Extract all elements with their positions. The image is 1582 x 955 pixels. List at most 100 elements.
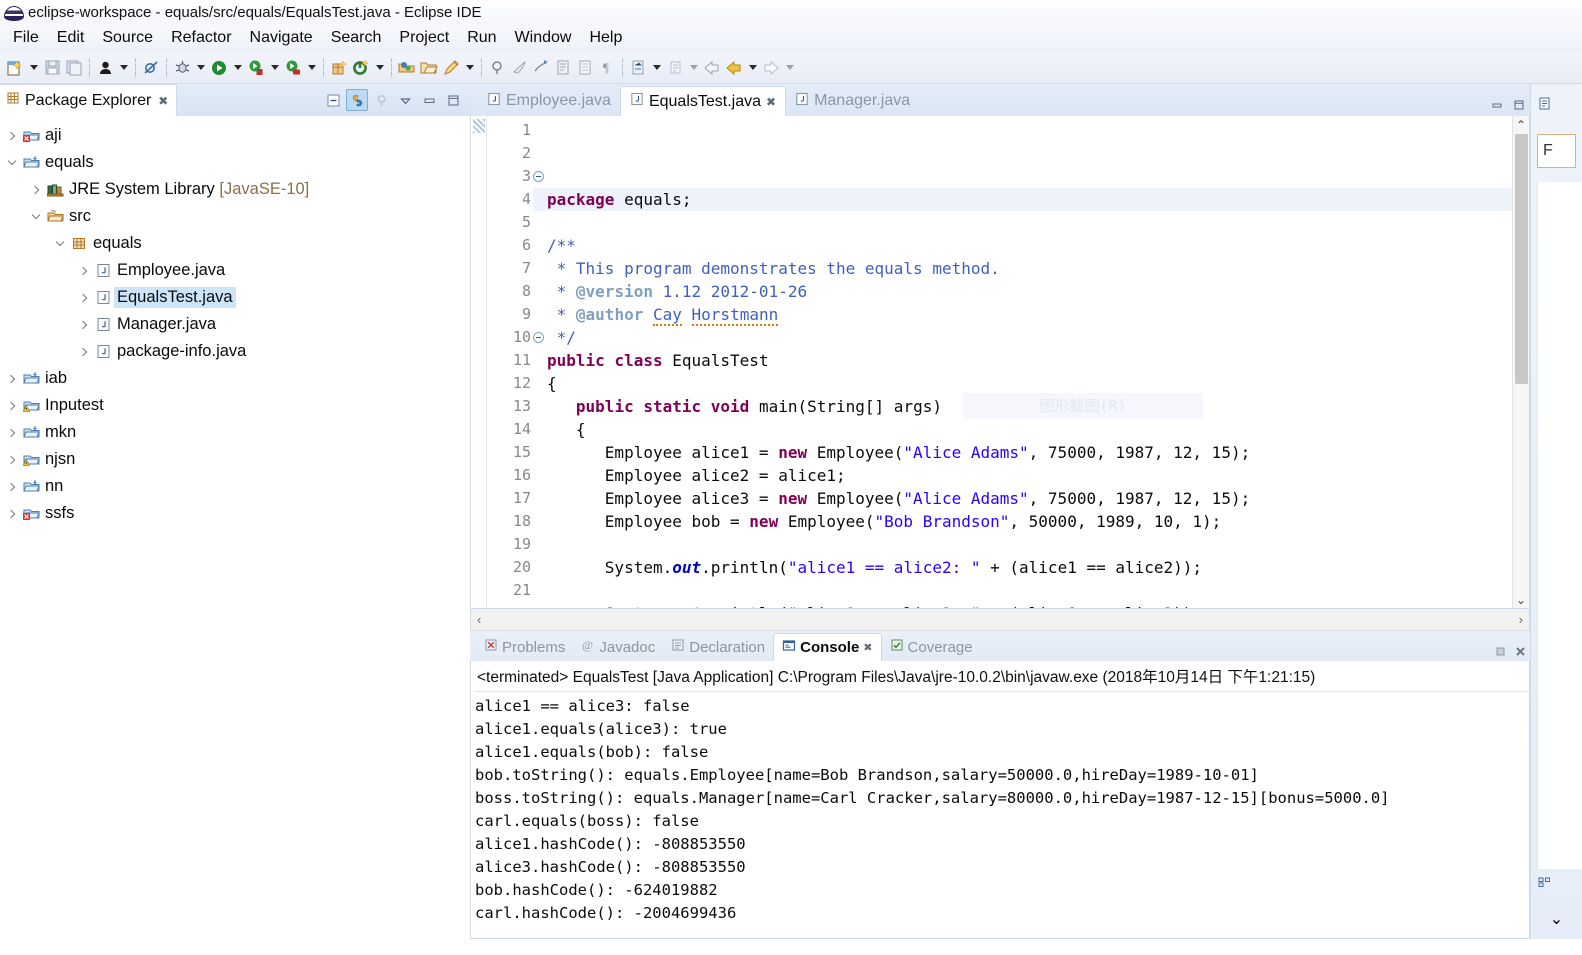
tree-item-mkn[interactable]: mkn	[0, 419, 470, 446]
tree-item-equals[interactable]: equals	[0, 149, 470, 176]
toggle-mark-occurrences-icon[interactable]: ¶	[596, 56, 618, 80]
editor-tab-equalstest-java[interactable]: EqualsTest.java ✖	[619, 86, 787, 116]
code-line[interactable]: public static void main(String[] args)	[547, 395, 1512, 418]
back-nav-icon[interactable]	[701, 56, 723, 80]
chevron-right-icon[interactable]	[4, 374, 20, 383]
code-line[interactable]: Employee bob = new Employee("Bob Brandso…	[547, 510, 1512, 533]
tree-item-jre-system-library[interactable]: JRE System Library [JavaSE-10]	[0, 176, 470, 203]
editor-horizontal-scrollbar[interactable]: ‹ ›	[470, 609, 1530, 631]
new-java-package-icon[interactable]	[328, 56, 350, 80]
next-annotation-icon[interactable]	[530, 56, 552, 80]
close-icon[interactable]: ✖	[158, 94, 168, 108]
search-dropdown-arrow[interactable]	[462, 56, 477, 80]
skip-breakpoints-icon[interactable]	[140, 56, 162, 80]
tree-item-iab[interactable]: iab	[0, 365, 470, 392]
outline-tree-row[interactable]	[1531, 869, 1582, 899]
chevron-down-icon[interactable]	[52, 237, 68, 247]
minimize-icon[interactable]	[1486, 94, 1508, 116]
chevron-right-icon[interactable]	[76, 293, 92, 302]
pin-editor-icon[interactable]	[486, 56, 508, 80]
console-body[interactable]: <terminated> EqualsTest [Java Applicatio…	[470, 661, 1530, 939]
close-icon[interactable]: ✖	[766, 95, 776, 109]
code-line[interactable]: Employee alice3 = new Employee("Alice Ad…	[547, 487, 1512, 510]
coverage-icon[interactable]	[282, 56, 304, 80]
forward-nav-icon[interactable]	[760, 56, 782, 80]
tree-item-nn[interactable]: nn	[0, 473, 470, 500]
minimize-icon[interactable]	[1490, 641, 1510, 661]
editor-tab-employee-java[interactable]: Employee.java	[478, 86, 620, 116]
java-source-editor[interactable]: 1 2 3 4 5 6 7 8 9 10 11 12 13 14 15 16 17 18 19 20 21 packag…	[470, 116, 1530, 609]
code-line[interactable]	[547, 211, 1512, 234]
console-tab-problems[interactable]: Problems	[476, 633, 573, 661]
code-line[interactable]	[547, 579, 1512, 602]
chevron-right-icon[interactable]	[28, 185, 44, 194]
scroll-up-icon[interactable]: ⌃	[1513, 116, 1530, 133]
new-wizard-icon[interactable]	[4, 56, 26, 80]
back-history-icon[interactable]	[627, 56, 649, 80]
view-menu-icon[interactable]	[394, 89, 416, 111]
console-tab-javadoc[interactable]: @ Javadoc	[573, 633, 663, 661]
menu-item-navigate[interactable]: Navigate	[241, 27, 322, 49]
console-tab-coverage[interactable]: Coverage	[882, 633, 981, 661]
code-line[interactable]: {	[547, 372, 1512, 395]
editor-tab-manager-java[interactable]: Manager.java	[786, 86, 919, 116]
hscroll-right-icon[interactable]: ›	[1519, 612, 1523, 627]
maximize-icon[interactable]	[1508, 94, 1530, 116]
run-icon[interactable]	[208, 56, 230, 80]
chevron-right-icon[interactable]	[76, 347, 92, 356]
search-icon[interactable]	[440, 56, 462, 80]
new-java-class-icon[interactable]	[350, 56, 372, 80]
menu-item-edit[interactable]: Edit	[48, 27, 94, 49]
editor-code-area[interactable]: package equals; /** * This program demons…	[533, 116, 1512, 608]
menu-item-file[interactable]: File	[4, 27, 48, 49]
menu-item-source[interactable]: Source	[93, 27, 162, 49]
tree-item-employee-java[interactable]: Employee.java	[0, 257, 470, 284]
new-class-dropdown-arrow[interactable]	[372, 56, 387, 80]
open-task-icon[interactable]	[418, 56, 440, 80]
tree-item-package-info-java[interactable]: package-info.java	[0, 338, 470, 365]
chevron-right-icon[interactable]	[4, 455, 20, 464]
outline-content-area[interactable]	[1537, 182, 1582, 869]
collapse-all-icon[interactable]	[322, 89, 344, 111]
tree-item-ssfs[interactable]: ssfs	[0, 500, 470, 527]
scroll-down-icon[interactable]: ⌄	[1513, 591, 1530, 608]
forward-history-icon[interactable]	[664, 56, 686, 80]
debug-dropdown-arrow[interactable]	[193, 56, 208, 80]
editor-vertical-scrollbar[interactable]: ⌃ ⌄	[1512, 116, 1529, 608]
debug-icon[interactable]	[171, 56, 193, 80]
outline-view-tab[interactable]	[1531, 90, 1582, 120]
chevron-right-icon[interactable]	[76, 320, 92, 329]
code-line[interactable]: /**	[547, 234, 1512, 257]
back-nav-dropdown-arrow[interactable]	[745, 56, 760, 80]
maximize-icon[interactable]	[442, 89, 464, 111]
hscroll-left-icon[interactable]: ‹	[477, 612, 481, 627]
run-external-tools-icon[interactable]	[245, 56, 267, 80]
external-tools-dropdown-arrow[interactable]	[267, 56, 282, 80]
chevron-right-icon[interactable]	[4, 428, 20, 437]
new-dropdown-arrow[interactable]	[26, 56, 41, 80]
tree-item-equalstest-java[interactable]: EqualsTest.java	[0, 284, 470, 311]
breadcrumb-dropdown-arrow[interactable]	[116, 56, 131, 80]
package-explorer-tab[interactable]: Package Explorer ✖	[0, 84, 178, 116]
editor-overview-ruler[interactable]	[471, 116, 487, 608]
minimize-icon[interactable]	[418, 89, 440, 111]
code-line[interactable]: * @version 1.12 2012-01-26	[547, 280, 1512, 303]
focus-on-active-task-icon[interactable]	[370, 89, 392, 111]
close-icon[interactable]: ✖	[863, 641, 872, 654]
console-tab-console[interactable]: Console ✖	[773, 633, 882, 661]
package-explorer-tree[interactable]: aji equals JRE System Library [JavaSE-10] s…	[0, 116, 470, 939]
menu-item-refactor[interactable]: Refactor	[162, 27, 240, 49]
outline-filter-field[interactable]: F	[1537, 134, 1576, 168]
tree-item-aji[interactable]: aji	[0, 122, 470, 149]
quick-fix-icon[interactable]	[508, 56, 530, 80]
chevron-right-icon[interactable]	[4, 401, 20, 410]
code-line[interactable]: Employee alice1 = new Employee("Alice Ad…	[547, 441, 1512, 464]
tree-item-src[interactable]: src	[0, 203, 470, 230]
chevron-right-icon[interactable]	[4, 131, 20, 140]
code-line[interactable]: * This program demonstrates the equals m…	[547, 257, 1512, 280]
chevron-down-icon[interactable]	[28, 210, 44, 220]
save-all-icon[interactable]	[63, 56, 85, 80]
close-view-icon[interactable]	[1510, 641, 1530, 661]
chevron-right-icon[interactable]	[4, 482, 20, 491]
menu-item-window[interactable]: Window	[506, 27, 581, 49]
